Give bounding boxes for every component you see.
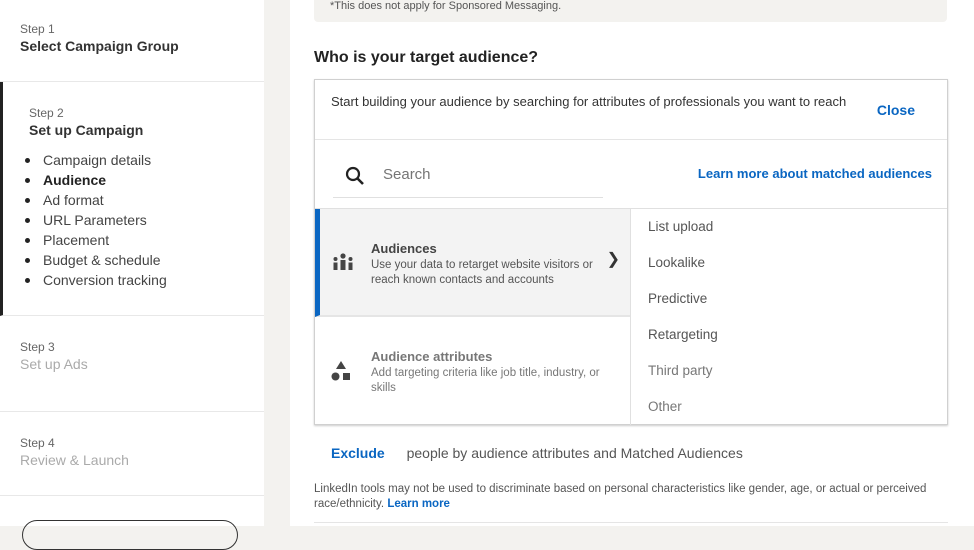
search-input[interactable] xyxy=(383,166,583,183)
audience-type-item[interactable]: Retargeting xyxy=(632,317,948,353)
category-description: Use your data to retarget website visito… xyxy=(371,259,593,286)
category-description: Add targeting criteria like job title, i… xyxy=(371,367,600,394)
exclude-description: people by audience attributes and Matche… xyxy=(406,445,743,461)
step-number: Step 2 xyxy=(29,106,64,120)
search-icon xyxy=(345,166,364,185)
close-button[interactable]: Close xyxy=(877,101,915,119)
campaign-steps-sidebar: Step 1 Select Campaign Group Step 2 Set … xyxy=(0,0,264,550)
audience-type-item[interactable]: Other xyxy=(632,389,948,425)
step-title: Select Campaign Group xyxy=(20,38,179,54)
substep-audience[interactable]: Audience xyxy=(23,172,238,192)
step-number: Step 4 xyxy=(20,436,55,450)
learn-more-link[interactable]: Learn more xyxy=(387,498,450,510)
learn-more-matched-audiences-link[interactable]: Learn more about matched audiences xyxy=(698,166,932,181)
substep-budget-schedule[interactable]: Budget & schedule xyxy=(23,252,238,272)
substep-campaign-details[interactable]: Campaign details xyxy=(23,152,238,172)
step-title: Review & Launch xyxy=(20,452,129,468)
audience-builder-panel: Start building your audience by searchin… xyxy=(314,79,948,425)
shapes-icon xyxy=(331,361,350,381)
search-row: Learn more about matched audiences xyxy=(315,140,947,209)
step-3: Step 3 Set up Ads xyxy=(0,316,264,412)
search-box[interactable] xyxy=(333,154,603,198)
audience-type-list: List upload Lookalike Predictive Retarge… xyxy=(632,209,948,425)
audience-question-heading: Who is your target audience? xyxy=(314,49,539,66)
people-icon xyxy=(333,253,353,270)
sponsored-messaging-note: *This does not apply for Sponsored Messa… xyxy=(314,0,947,22)
exclude-button[interactable]: Exclude xyxy=(331,445,385,461)
audience-type-item[interactable]: Predictive xyxy=(632,281,948,317)
category-audiences[interactable]: Audiences Use your data to retarget webs… xyxy=(315,209,630,317)
divider xyxy=(314,522,948,523)
audience-type-item[interactable]: List upload xyxy=(632,209,948,245)
audience-type-item[interactable]: Lookalike xyxy=(632,245,948,281)
step-4: Step 4 Review & Launch xyxy=(0,412,264,496)
category-title: Audiences xyxy=(371,241,437,256)
discrimination-disclaimer: LinkedIn tools may not be used to discri… xyxy=(314,482,934,512)
substep-conversion-tracking[interactable]: Conversion tracking xyxy=(23,272,238,292)
substep-ad-format[interactable]: Ad format xyxy=(23,192,238,212)
chevron-right-icon: ❯ xyxy=(606,251,620,268)
category-title: Audience attributes xyxy=(371,349,493,364)
main-content: *This does not apply for Sponsored Messa… xyxy=(290,0,974,526)
step-2[interactable]: Step 2 Set up Campaign Campaign details … xyxy=(0,82,264,316)
sidebar-action-button[interactable] xyxy=(22,520,238,550)
panel-intro: Start building your audience by searchin… xyxy=(331,94,847,109)
step-number: Step 1 xyxy=(20,22,55,36)
exclude-row: Exclude people by audience attributes an… xyxy=(331,445,743,461)
substep-placement[interactable]: Placement xyxy=(23,232,238,252)
category-audience-attributes[interactable]: Audience attributes Add targeting criter… xyxy=(315,317,630,425)
category-list: Audiences Use your data to retarget webs… xyxy=(315,209,631,425)
step-number: Step 3 xyxy=(20,340,55,354)
panel-header: Start building your audience by searchin… xyxy=(315,80,947,140)
step-title: Set up Ads xyxy=(20,356,88,372)
step-title: Set up Campaign xyxy=(29,122,144,138)
step-1[interactable]: Step 1 Select Campaign Group xyxy=(0,0,264,82)
substep-url-parameters[interactable]: URL Parameters xyxy=(23,212,238,232)
audience-type-item[interactable]: Third party xyxy=(632,353,948,389)
